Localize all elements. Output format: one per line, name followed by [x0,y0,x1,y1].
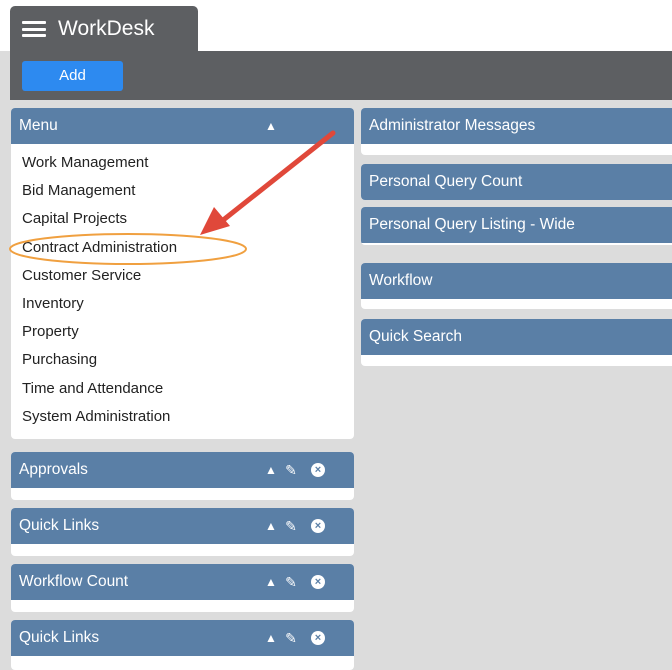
menu-item-work-management[interactable]: Work Management [22,149,354,177]
collapse-up-icon[interactable]: ▲ [261,452,281,488]
menu-item-purchasing[interactable]: Purchasing [22,346,354,374]
widget-approvals: Approvals ▲ ✎ × [11,452,354,500]
widget-header: Quick Links ▲ ✎ × [11,620,354,656]
widget-header: Personal Query Count [361,164,672,200]
hamburger-menu-icon[interactable] [22,21,46,37]
widget-administrator-messages: Administrator Messages [361,108,672,155]
menu-item-bid-management[interactable]: Bid Management [22,177,354,205]
menu-item-system-administration[interactable]: System Administration [22,403,354,431]
toolbar: Add [10,51,672,100]
widget-title: Workflow Count [19,573,129,590]
edit-icon[interactable]: ✎ [281,508,301,544]
widget-header: Personal Query Listing - Wide [361,207,672,243]
collapse-up-icon[interactable]: ▲ [261,564,281,600]
menu-item-customer-service[interactable]: Customer Service [22,262,354,290]
widget-header: Workflow Count ▲ ✎ × [11,564,354,600]
widget-header: Quick Search [361,319,672,355]
menu-item-time-and-attendance[interactable]: Time and Attendance [22,375,354,403]
collapse-up-icon[interactable]: ▲ [261,108,281,144]
widget-title: Personal Query Count [369,173,523,190]
add-button[interactable]: Add [22,61,123,91]
close-circle-icon[interactable]: × [311,631,325,645]
menu-item-capital-projects[interactable]: Capital Projects [22,205,354,233]
widget-quick-search: Quick Search [361,319,672,366]
widget-title: Quick Links [19,629,100,646]
widget-title: Quick Search [369,328,463,345]
menu-item-contract-administration[interactable]: Contract Administration [22,234,354,262]
menu-panel-header: Menu ▲ [11,108,354,144]
widget-title: Workflow [369,272,433,289]
menu-panel: Menu ▲ Work Management Bid Management Ca… [11,108,354,439]
close-circle-icon[interactable]: × [311,519,325,533]
menu-list: Work Management Bid Management Capital P… [11,144,354,431]
app-tab[interactable]: WorkDesk [10,6,198,52]
widget-title: Quick Links [19,517,100,534]
widget-personal-query-listing-wide: Personal Query Listing - Wide [361,207,672,245]
close-circle-icon[interactable]: × [311,463,325,477]
edit-icon[interactable]: ✎ [281,564,301,600]
edit-icon[interactable]: ✎ [281,620,301,656]
widget-quick-links-2: Quick Links ▲ ✎ × [11,620,354,670]
widget-title: Approvals [19,461,88,478]
edit-icon[interactable]: ✎ [281,452,301,488]
collapse-up-icon[interactable]: ▲ [261,620,281,656]
menu-item-inventory[interactable]: Inventory [22,290,354,318]
widget-header: Workflow [361,263,672,299]
widget-workflow-count: Workflow Count ▲ ✎ × [11,564,354,612]
widget-header: Administrator Messages [361,108,672,144]
widget-header: Approvals ▲ ✎ × [11,452,354,488]
collapse-up-icon[interactable]: ▲ [261,508,281,544]
widget-workflow: Workflow [361,263,672,309]
widget-header: Quick Links ▲ ✎ × [11,508,354,544]
menu-item-property[interactable]: Property [22,318,354,346]
widget-personal-query-count: Personal Query Count [361,164,672,200]
app-title: WorkDesk [58,17,155,40]
close-circle-icon[interactable]: × [311,575,325,589]
widget-title: Administrator Messages [369,117,536,134]
widget-title: Personal Query Listing - Wide [369,216,575,233]
menu-panel-title: Menu [19,117,58,134]
widget-quick-links: Quick Links ▲ ✎ × [11,508,354,556]
